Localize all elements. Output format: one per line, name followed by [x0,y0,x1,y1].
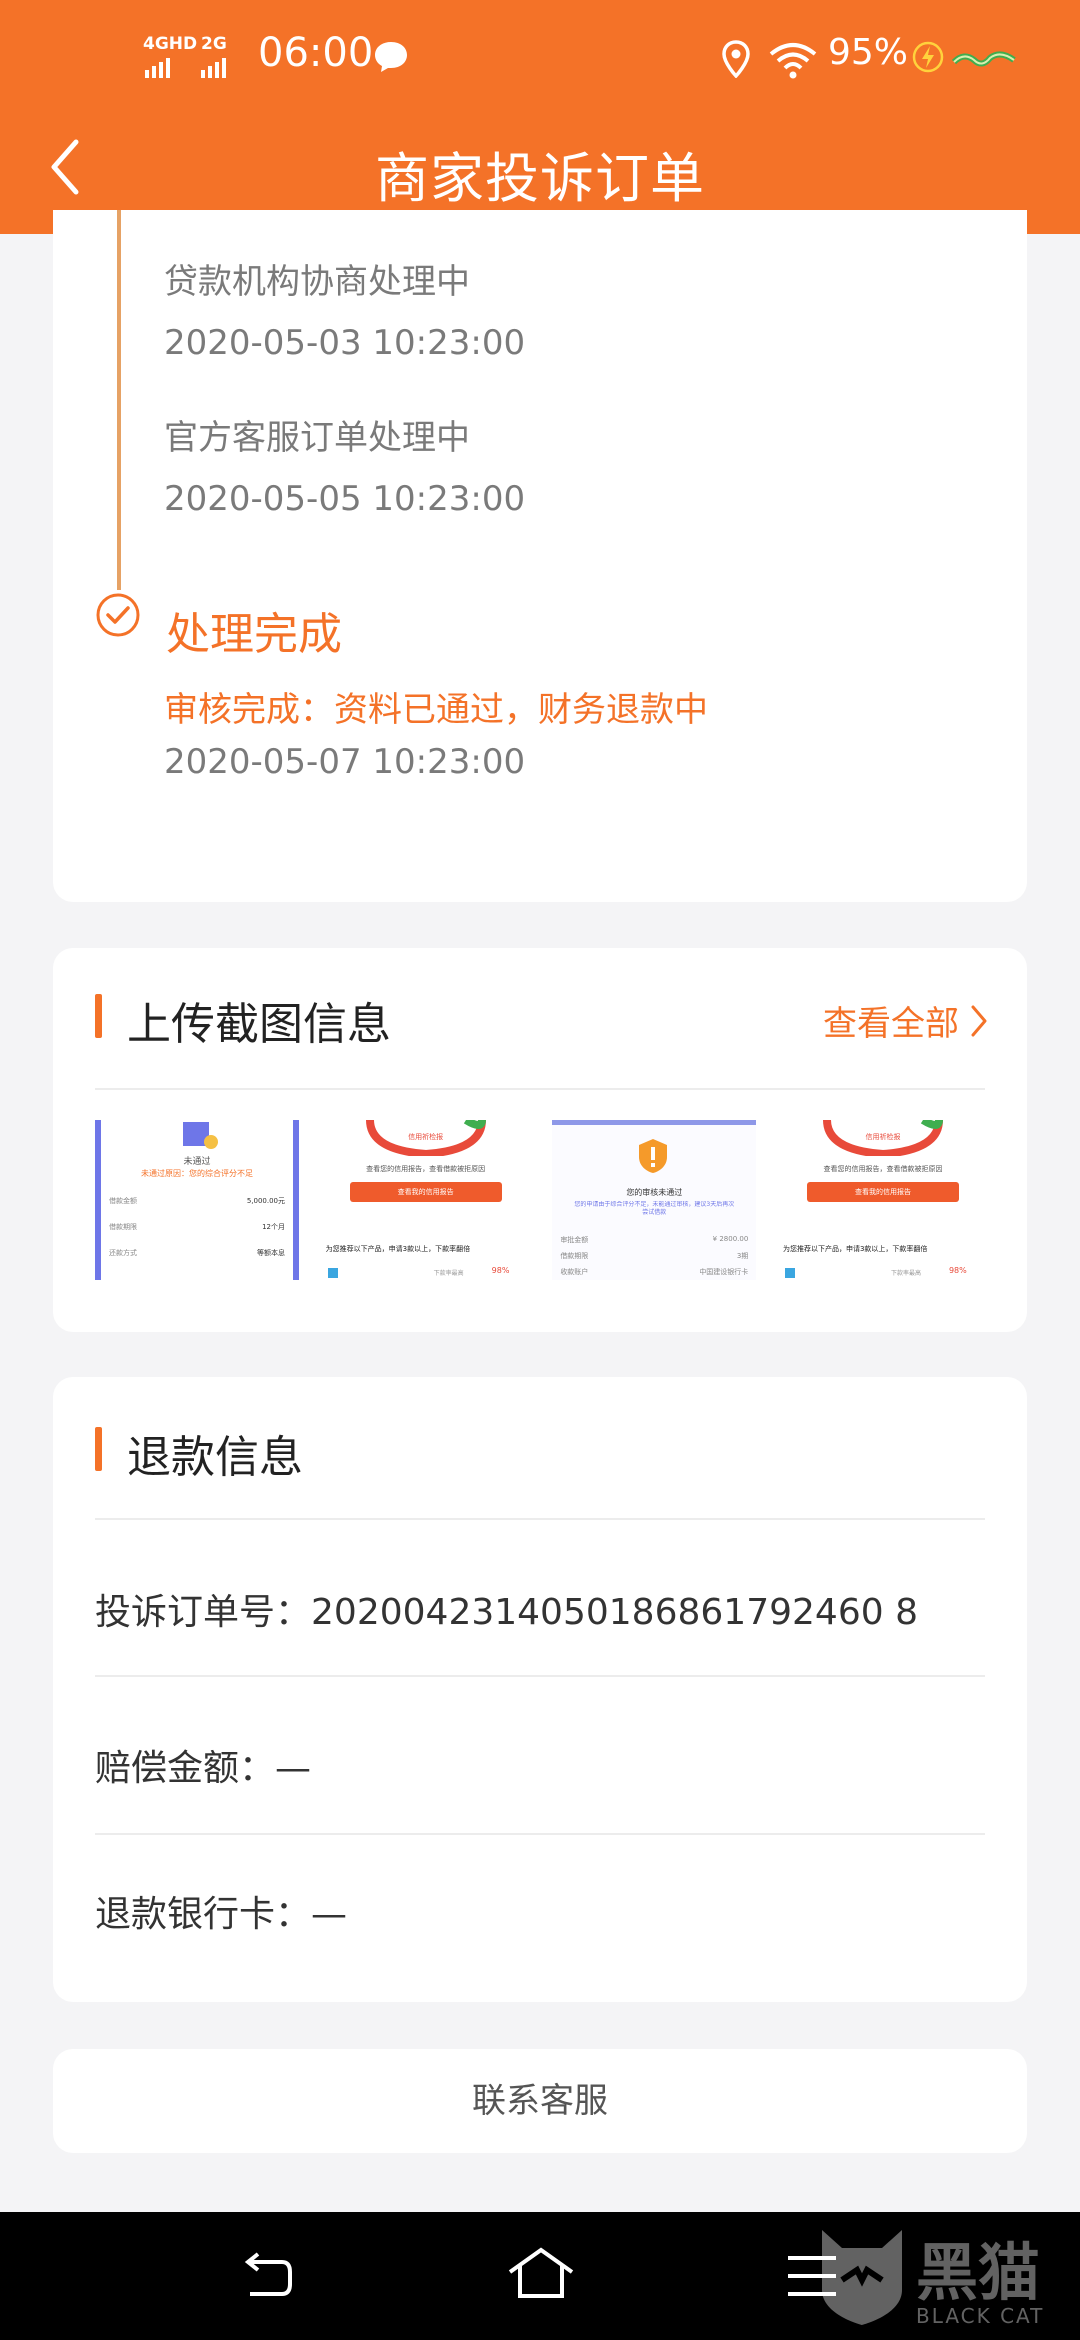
thumb-tag: 下款率最高 [890,1270,921,1277]
thumb-row-value: 中国建设银行卡 [699,1268,749,1276]
thumbnail-strip: 未通过 未通过原因：您的综合评分不足 借款金额 5,000.00元 借款期限 12个… [95,1120,985,1280]
thumb-row-key: 收款账户 [560,1268,589,1276]
thumb-row-value: 3期 [736,1252,749,1260]
thumb-row: 借款期限 3期 [560,1251,748,1261]
network-type-1: 4GHD [143,34,198,54]
thumb-gauge-label: 信用祈检报 [865,1133,901,1141]
thumb-row: 还款方式 等额本息 [109,1248,285,1258]
compensation-amount-row: 赔偿金额：— [95,1739,311,1791]
chat-icon [375,42,407,72]
battery-level: 95% [828,32,909,73]
thumb-row-value: ¥ 2800.00 [712,1235,749,1243]
timeline-step-time: 2020-05-05 10:23:00 [164,479,526,519]
thumb-gauge-label: 信用祈检报 [408,1133,444,1141]
thumb-row: 借款期限 12个月 [109,1222,285,1232]
thumb-percent: 98% [948,1266,967,1275]
compensation-amount-label: 赔偿金额： [95,1748,276,1789]
thumb-percent: 98% [491,1266,510,1275]
timeline-done-time: 2020-05-07 10:23:00 [164,742,526,782]
order-number-row: 投诉订单号：2020042314050186861792460 8 [95,1583,918,1635]
thumb-note: 未通过原因：您的综合评分不足 [141,1169,253,1178]
timeline-step-label: 官方客服订单处理中 [164,418,470,458]
clock: 06:00 [258,30,374,76]
section-title: 上传截图信息 [127,999,391,1050]
divider [95,1675,985,1677]
thumb-status: 您的审核未通过 [626,1188,683,1197]
refund-card-label: 退款银行卡： [95,1894,312,1935]
charging-icon [912,41,944,73]
watermark-text-en: BLACK CAT [916,2304,1045,2328]
watermark-text-cn: 黑猫 [916,2236,1041,2309]
thumb-row-value: 12个月 [262,1223,285,1231]
screenshot-thumbnail[interactable]: 未通过 未通过原因：您的综合评分不足 借款金额 5,000.00元 借款期限 12个… [95,1120,299,1280]
timeline-step: 官方客服订单处理中 2020-05-05 10:23:00 [164,410,525,519]
pet-icon [952,51,1016,67]
thumb-row-key: 借款期限 [109,1223,137,1231]
timeline-done-subtitle: 审核完成：资料已通过，财务退款中 [164,690,708,730]
order-number-label: 投诉订单号： [95,1592,312,1633]
divider [95,1518,985,1520]
document-icon [183,1122,218,1149]
status-bar: 4GHD 2G 06:00 95% [0,0,1080,120]
screenshot-thumbnail[interactable]: 信用祈检报 查看您的信用报告，查看借款被拒原因 查看我的信用报告 为您推荐以下产… [323,1120,528,1280]
section-accent-bar [95,1427,102,1471]
thumb-button: 查看我的信用报告 [806,1182,959,1202]
divider [95,1833,985,1835]
refund-card-row: 退款银行卡：— [95,1885,347,1937]
screenshot-thumbnail[interactable]: 信用祈检报 查看您的信用报告，查看借款被拒原因 查看我的信用报告 为您推荐以下产… [780,1120,985,1280]
app-header: 4GHD 2G 06:00 95% 商家投诉订单 [0,0,1080,234]
thumb-tip: 查看您的信用报告，查看借款被拒原因 [823,1165,943,1173]
timeline-step-time: 2020-05-03 10:23:00 [164,323,526,363]
thumb-note: 您的申请由于综合评分不足，未能通过审核，建议3天后再次尝试借款 [574,1201,735,1216]
thumb-tag: 下款率最高 [433,1270,464,1277]
thumb-row: 收款账户 中国建设银行卡 [560,1267,748,1277]
view-all-link[interactable]: 查看全部 [823,996,989,1045]
thumb-tip: 查看您的信用报告，查看借款被拒原因 [366,1165,486,1173]
view-all-label: 查看全部 [823,1004,959,1044]
thumb-row-value: 5,000.00元 [246,1197,285,1205]
screenshot-thumbnail[interactable]: 您的审核未通过 您的申请由于综合评分不足，未能通过审核，建议3天后再次尝试借款 … [552,1120,757,1280]
thumb-footer: 为您推荐以下产品，申请3款以上，下款率翻倍 [325,1245,471,1253]
black-cat-logo-icon [822,2230,902,2325]
thumb-row-key: 借款金额 [109,1197,137,1205]
location-icon [722,40,750,78]
order-number-value: 2020042314050186861792460 8 [311,1592,918,1633]
wifi-icon [769,43,817,79]
timeline-done-title: 处理完成 [166,609,342,660]
refund-info-card: 退款信息 投诉订单号：2020042314050186861792460 8 赔… [53,1377,1027,2002]
thumb-status: 未通过 [183,1157,211,1167]
app-logo-icon [784,1268,795,1278]
section-accent-bar [95,994,102,1038]
refund-card-value: — [311,1894,348,1935]
thumb-button: 查看我的信用报告 [349,1182,502,1202]
divider [95,1088,985,1090]
signal-icon: 4GHD 2G [143,34,243,78]
compensation-amount-value: — [275,1748,312,1789]
timeline-step-label: 贷款机构协商处理中 [164,262,470,302]
thumb-row-key: 审批金额 [560,1236,589,1244]
thumb-row: 借款金额 5,000.00元 [109,1196,285,1206]
warning-shield-icon [639,1139,668,1173]
contact-support-button[interactable]: 联系客服 [53,2049,1027,2153]
timeline-step: 贷款机构协商处理中 2020-05-03 10:23:00 [164,254,525,363]
section-title: 退款信息 [127,1432,303,1483]
check-circle-icon [96,593,140,637]
home-nav-icon[interactable] [506,2246,576,2300]
system-nav-bar: 黑猫 BLACK CAT [0,2212,1080,2340]
timeline-line [117,210,121,590]
thumb-row-key: 还款方式 [109,1249,137,1257]
upload-screenshots-card: 上传截图信息 查看全部 未通过 未通过原因：您的综合评分不足 借款金额 5,000… [53,948,1027,1332]
back-nav-icon[interactable] [242,2250,294,2298]
network-type-2: 2G [201,34,227,54]
thumb-row-value: 等额本息 [257,1249,285,1257]
app-logo-icon [327,1268,338,1278]
chevron-right-icon [971,1005,987,1036]
progress-timeline-card: 贷款机构协商处理中 2020-05-03 10:23:00 官方客服订单处理中 … [53,210,1027,902]
page-title: 商家投诉订单 [375,147,705,210]
thumb-row: 审批金额 ¥ 2800.00 [560,1235,748,1245]
thumb-row-key: 借款期限 [560,1252,589,1260]
black-cat-watermark: 黑猫 BLACK CAT [812,2220,1080,2338]
thumb-footer: 为您推荐以下产品，申请3款以上，下款率翻倍 [782,1245,928,1253]
